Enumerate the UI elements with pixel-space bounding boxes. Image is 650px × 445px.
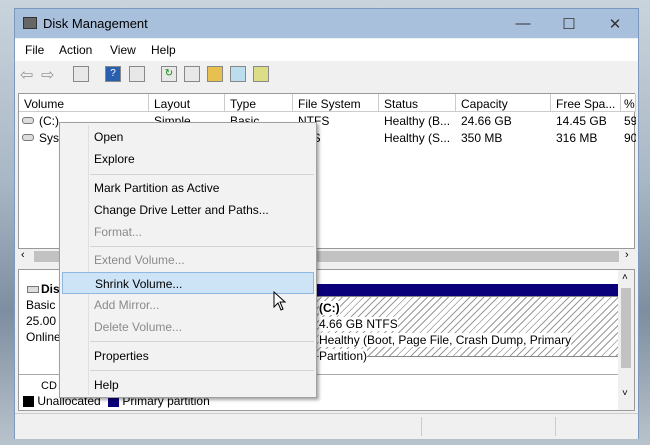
properties-icon[interactable] <box>184 66 200 82</box>
disk-size: 25.00 ( <box>26 314 64 328</box>
divider <box>555 417 556 436</box>
col-free-space[interactable]: Free Spa... <box>551 94 621 112</box>
disk-status: Online <box>26 330 61 344</box>
disk-management-icon <box>23 17 37 29</box>
drive-icon <box>22 134 34 141</box>
menu-item-open[interactable]: Open <box>62 126 314 148</box>
col-layout[interactable]: Layout <box>149 94 225 112</box>
scroll-right-icon[interactable]: › <box>625 249 629 261</box>
partition-name: (C:) <box>319 301 340 315</box>
divider <box>421 417 422 436</box>
cell-capacity: 350 MB <box>461 131 503 145</box>
toolbar: ⇦ ⇨ ? ↻ <box>15 62 638 88</box>
disk-name: Dis <box>41 282 60 296</box>
cell-status: Healthy (S... <box>384 131 451 145</box>
mouse-cursor-icon <box>273 291 287 311</box>
col-capacity[interactable]: Capacity <box>456 94 551 112</box>
col-status[interactable]: Status <box>379 94 456 112</box>
menu-separator <box>90 370 314 371</box>
scroll-down-icon[interactable]: ˅ <box>622 388 628 399</box>
menu-item-explore[interactable]: Explore <box>62 148 314 170</box>
menu-item-mark-active[interactable]: Mark Partition as Active <box>62 177 314 199</box>
menu-item-help[interactable]: Help <box>62 374 314 396</box>
settings-icon[interactable] <box>253 66 269 82</box>
col-volume[interactable]: Volume <box>19 94 149 112</box>
menu-item-extend-volume: Extend Volume... <box>94 253 185 267</box>
menu-item-format: Format... <box>94 225 143 239</box>
cell-capacity: 24.66 GB <box>461 114 512 128</box>
cell-free-space: 14.45 GB <box>556 114 607 128</box>
col-file-system[interactable]: File System <box>293 94 379 112</box>
open-folder-icon[interactable] <box>207 66 223 82</box>
col-percent-free[interactable]: % F <box>621 94 636 112</box>
menu-help[interactable]: Help <box>151 43 176 57</box>
context-menu: Open Explore Mark Partition as Active Ch… <box>59 122 317 398</box>
cell-percent-free: 59 <box>624 114 636 128</box>
vertical-scrollbar[interactable]: ˄ ˅ <box>618 270 634 410</box>
minimize-button[interactable]: — <box>500 9 546 38</box>
disk-type: Basic <box>26 298 56 312</box>
window-title: Disk Management <box>43 16 148 31</box>
help-icon[interactable]: ? <box>105 66 121 82</box>
menu-item-properties[interactable]: Properties <box>62 345 314 367</box>
action-pane-icon[interactable] <box>129 66 145 82</box>
menu-file[interactable]: File <box>25 43 44 57</box>
cdrom-label: CD <box>41 380 57 392</box>
cell-percent-free: 90 <box>624 131 636 145</box>
partition-c[interactable]: (C:) 4.66 GB NTFS Healthy (Boot, Page Fi… <box>314 296 619 363</box>
menu-action[interactable]: Action <box>59 43 92 57</box>
menu-separator <box>90 246 314 247</box>
maximize-button[interactable]: ☐ <box>546 9 592 38</box>
console-tree-icon[interactable] <box>73 66 89 82</box>
menu-bar: File Action View Help <box>15 39 638 61</box>
drive-icon <box>22 117 34 124</box>
menu-separator <box>90 174 314 175</box>
forward-icon[interactable]: ⇨ <box>41 65 54 85</box>
title-bar: Disk Management — ☐ ✕ <box>15 9 638 38</box>
cell-status: Healthy (B... <box>384 114 451 128</box>
col-type[interactable]: Type <box>225 94 293 112</box>
scroll-left-icon[interactable]: ‹ <box>21 249 25 261</box>
refresh-icon[interactable]: ↻ <box>161 66 177 82</box>
close-button[interactable]: ✕ <box>592 9 638 38</box>
scrollbar-thumb[interactable] <box>621 288 631 368</box>
status-bar <box>15 413 638 439</box>
back-icon[interactable]: ⇦ <box>20 65 33 85</box>
partition-status: Healthy (Boot, Page File, Crash Dump, Pr… <box>319 333 572 363</box>
legend-swatch-unallocated <box>23 396 34 408</box>
partition-color-bar <box>314 284 619 296</box>
menu-separator <box>90 341 314 342</box>
search-icon[interactable] <box>230 66 246 82</box>
scroll-up-icon[interactable]: ˄ <box>622 272 628 283</box>
cell-free-space: 316 MB <box>556 131 598 145</box>
menu-item-delete-volume: Delete Volume... <box>94 320 183 334</box>
disk-icon <box>27 286 39 293</box>
menu-view[interactable]: View <box>110 43 136 57</box>
menu-item-change-drive-letter[interactable]: Change Drive Letter and Paths... <box>62 199 314 221</box>
partition-size: 4.66 GB NTFS <box>319 317 398 331</box>
